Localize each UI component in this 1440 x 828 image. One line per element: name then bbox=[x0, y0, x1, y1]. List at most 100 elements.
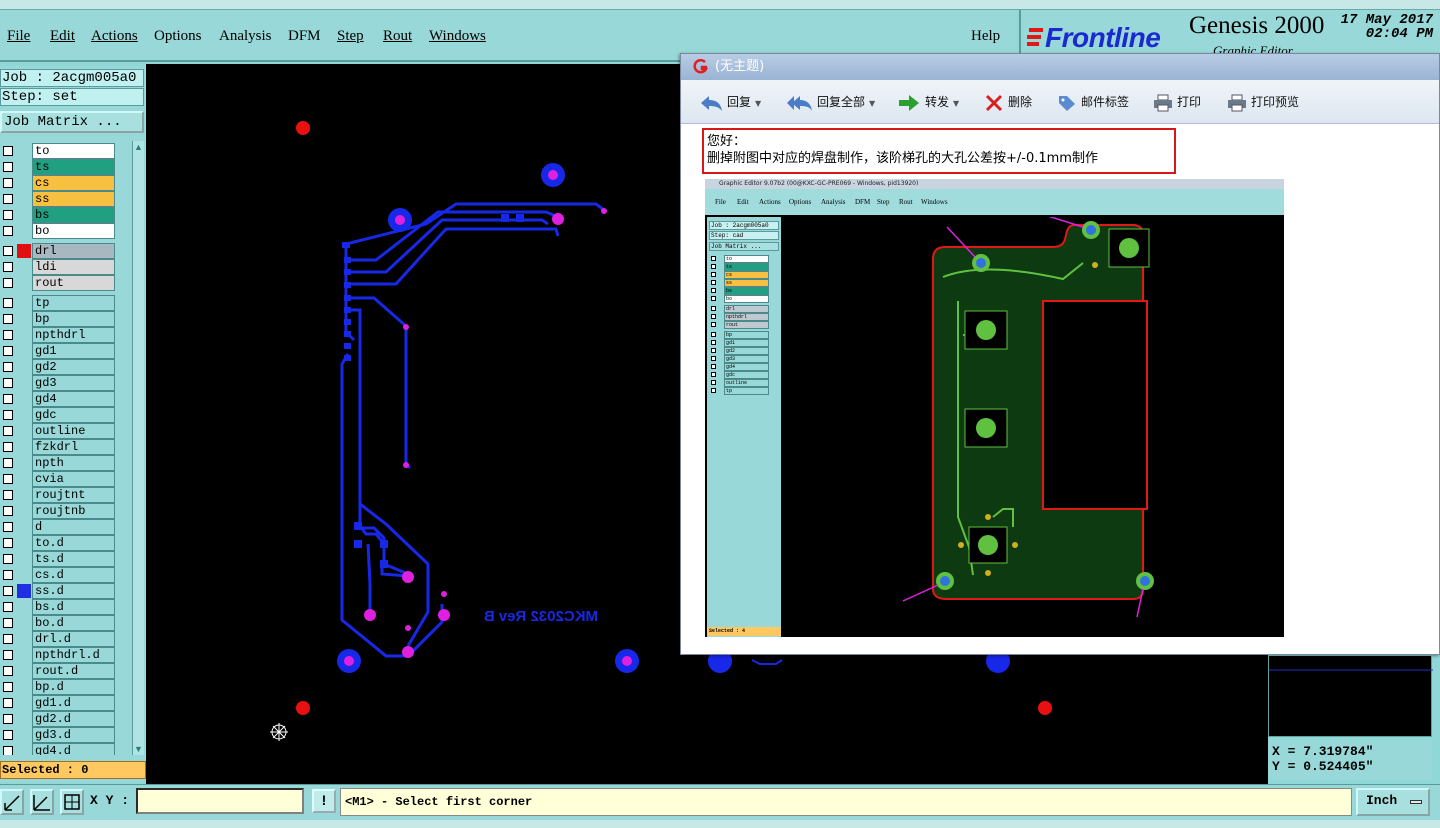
layer-name[interactable]: gd4.d bbox=[32, 743, 115, 755]
layer-checkbox[interactable] bbox=[3, 666, 13, 676]
layer-row[interactable]: ldi bbox=[0, 259, 132, 275]
layer-name[interactable]: gd3 bbox=[32, 375, 115, 391]
layer-row[interactable]: cvia bbox=[0, 471, 132, 487]
layer-row[interactable]: rout.d bbox=[0, 663, 132, 679]
layer-color-swatch[interactable] bbox=[17, 456, 31, 470]
overview-map[interactable] bbox=[1268, 655, 1433, 737]
layer-name[interactable]: bp bbox=[32, 311, 115, 327]
layer-name[interactable]: tp bbox=[32, 295, 115, 311]
layer-color-swatch[interactable] bbox=[17, 176, 31, 190]
layer-checkbox[interactable] bbox=[3, 442, 13, 452]
layer-color-swatch[interactable] bbox=[17, 408, 31, 422]
menu-dfm[interactable]: DFM bbox=[288, 28, 321, 45]
layer-name[interactable]: gd3.d bbox=[32, 727, 115, 743]
layer-checkbox[interactable] bbox=[3, 506, 13, 516]
layer-color-swatch[interactable] bbox=[17, 680, 31, 694]
layer-color-swatch[interactable] bbox=[17, 648, 31, 662]
layer-name[interactable]: ts bbox=[32, 159, 115, 175]
layer-row[interactable]: fzkdrl bbox=[0, 439, 132, 455]
layer-row[interactable]: ss.d bbox=[0, 583, 132, 599]
layer-color-swatch[interactable] bbox=[17, 632, 31, 646]
layer-color-swatch[interactable] bbox=[17, 208, 31, 222]
layer-row[interactable]: bo.d bbox=[0, 615, 132, 631]
layer-color-swatch[interactable] bbox=[17, 360, 31, 374]
layer-checkbox[interactable] bbox=[3, 226, 13, 236]
layer-name[interactable]: bs bbox=[32, 207, 115, 223]
layer-name[interactable]: gd4 bbox=[32, 391, 115, 407]
layer-checkbox[interactable] bbox=[3, 426, 13, 436]
layer-checkbox[interactable] bbox=[3, 634, 13, 644]
layer-checkbox[interactable] bbox=[3, 682, 13, 692]
layer-color-swatch[interactable] bbox=[17, 504, 31, 518]
layer-name[interactable]: ss bbox=[32, 191, 115, 207]
layer-checkbox[interactable] bbox=[3, 570, 13, 580]
layer-color-swatch[interactable] bbox=[17, 144, 31, 158]
layer-name[interactable]: rout.d bbox=[32, 663, 115, 679]
menu-file[interactable]: File bbox=[7, 28, 30, 45]
layer-color-swatch[interactable] bbox=[17, 616, 31, 630]
layer-row[interactable]: gdc bbox=[0, 407, 132, 423]
forward-button[interactable]: 转发 ▼ bbox=[897, 92, 959, 112]
layer-color-swatch[interactable] bbox=[17, 440, 31, 454]
layer-checkbox[interactable] bbox=[3, 490, 13, 500]
layer-checkbox[interactable] bbox=[3, 278, 13, 288]
layer-checkbox[interactable] bbox=[3, 346, 13, 356]
layer-name[interactable]: roujtnt bbox=[32, 487, 115, 503]
layer-checkbox[interactable] bbox=[3, 538, 13, 548]
menu-options[interactable]: Options bbox=[154, 28, 202, 45]
layer-color-swatch[interactable] bbox=[17, 472, 31, 486]
layer-row[interactable]: drl.d bbox=[0, 631, 132, 647]
layer-name[interactable]: fzkdrl bbox=[32, 439, 115, 455]
dropdown-icon[interactable] bbox=[1410, 800, 1422, 804]
layer-checkbox[interactable] bbox=[3, 522, 13, 532]
layer-color-swatch[interactable] bbox=[17, 488, 31, 502]
layer-checkbox[interactable] bbox=[3, 458, 13, 468]
layer-checkbox[interactable] bbox=[3, 162, 13, 172]
layer-checkbox[interactable] bbox=[3, 602, 13, 612]
layer-row[interactable]: cs.d bbox=[0, 567, 132, 583]
layer-color-swatch[interactable] bbox=[17, 276, 31, 290]
layer-color-swatch[interactable] bbox=[17, 520, 31, 534]
layer-checkbox[interactable] bbox=[3, 210, 13, 220]
layer-row[interactable]: bo bbox=[0, 223, 132, 239]
layer-row[interactable]: npth bbox=[0, 455, 132, 471]
layer-color-swatch[interactable] bbox=[17, 744, 31, 755]
layer-checkbox[interactable] bbox=[3, 698, 13, 708]
layer-name[interactable]: ss.d bbox=[32, 583, 115, 599]
layer-name[interactable]: npth bbox=[32, 455, 115, 471]
layer-row[interactable]: gd2 bbox=[0, 359, 132, 375]
reply-button[interactable]: 回复 ▼ bbox=[699, 92, 761, 112]
reply-all-button[interactable]: 回复全部 ▼ bbox=[785, 92, 875, 112]
menu-step[interactable]: Step bbox=[337, 28, 364, 45]
layer-name[interactable]: npthdrl.d bbox=[32, 647, 115, 663]
layer-checkbox[interactable] bbox=[3, 394, 13, 404]
layer-row[interactable]: drl bbox=[0, 243, 132, 259]
menu-rout[interactable]: Rout bbox=[383, 28, 412, 45]
alert-button[interactable]: ! bbox=[312, 789, 336, 813]
layer-row[interactable]: bp bbox=[0, 311, 132, 327]
layer-row[interactable]: gd1.d bbox=[0, 695, 132, 711]
layer-row[interactable]: roujtnb bbox=[0, 503, 132, 519]
layer-color-swatch[interactable] bbox=[17, 600, 31, 614]
layer-row[interactable]: npthdrl.d bbox=[0, 647, 132, 663]
print-preview-button[interactable]: 打印预览 bbox=[1227, 92, 1299, 112]
menu-analysis[interactable]: Analysis bbox=[219, 28, 272, 45]
menu-edit[interactable]: Edit bbox=[50, 28, 75, 45]
layer-name[interactable]: cs.d bbox=[32, 567, 115, 583]
job-matrix-button[interactable]: Job Matrix ... bbox=[0, 111, 144, 133]
layer-row[interactable]: ts.d bbox=[0, 551, 132, 567]
layer-name[interactable]: bo.d bbox=[32, 615, 115, 631]
layer-checkbox[interactable] bbox=[3, 262, 13, 272]
layer-checkbox[interactable] bbox=[3, 362, 13, 372]
layer-color-swatch[interactable] bbox=[17, 296, 31, 310]
layer-checkbox[interactable] bbox=[3, 314, 13, 324]
layer-color-swatch[interactable] bbox=[17, 696, 31, 710]
snap-button[interactable] bbox=[0, 789, 24, 815]
layer-checkbox[interactable] bbox=[3, 298, 13, 308]
layer-name[interactable]: bo bbox=[32, 223, 115, 239]
print-button[interactable]: 打印 bbox=[1153, 92, 1201, 112]
layer-name[interactable]: gd2 bbox=[32, 359, 115, 375]
layer-checkbox[interactable] bbox=[3, 746, 13, 755]
layer-checkbox[interactable] bbox=[3, 714, 13, 724]
layer-row[interactable]: bs.d bbox=[0, 599, 132, 615]
